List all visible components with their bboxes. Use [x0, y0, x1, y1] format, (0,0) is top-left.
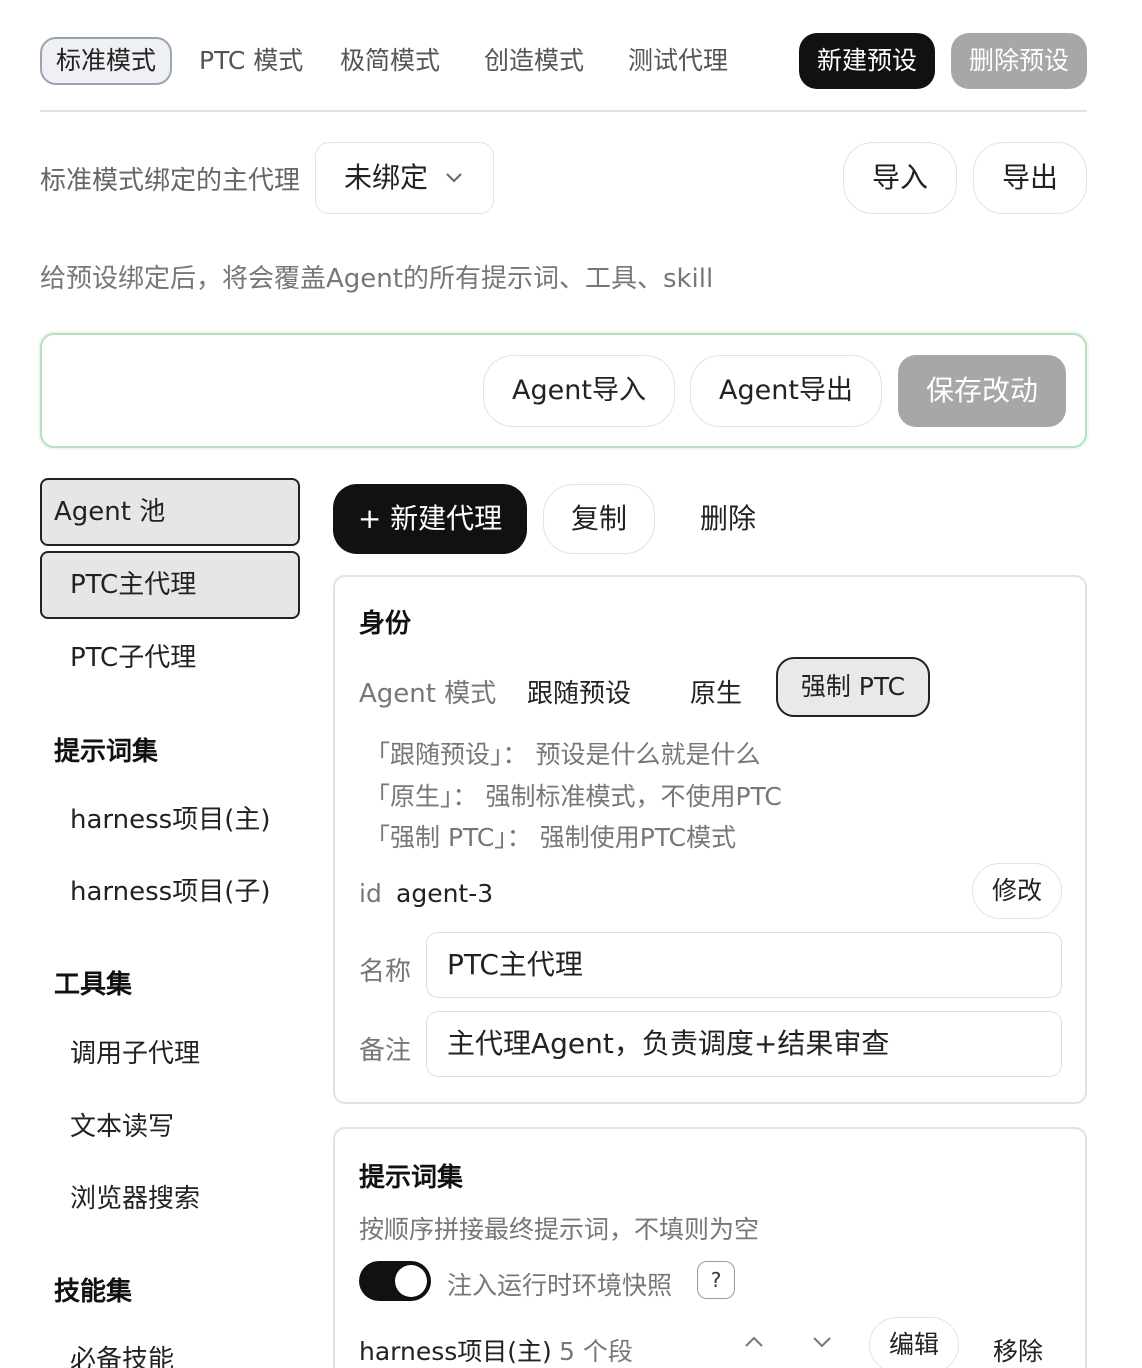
mode-follow-preset[interactable]: 跟随预设 [527, 673, 631, 710]
sidebar-tool-heading: 工具集 [54, 970, 133, 1000]
new-agent-button[interactable]: + 新建代理 [333, 484, 527, 554]
tab-create[interactable]: 创造模式 [484, 37, 584, 85]
delete-preset-button[interactable]: 删除预设 [951, 33, 1087, 89]
top-divider [40, 110, 1087, 112]
toggle-knob [395, 1265, 427, 1297]
sidebar-item-harness-sub[interactable]: harness项目(子) [40, 858, 300, 926]
sidebar-item-essential-skill[interactable]: 必备技能 [40, 1326, 300, 1368]
agent-io-box: Agent导入 Agent导出 保存改动 [40, 333, 1087, 448]
prompt-panel-title: 提示词集 [359, 1163, 464, 1193]
mode-force-ptc[interactable]: 强制 PTC [776, 657, 930, 717]
tab-test-agent[interactable]: 测试代理 [628, 37, 728, 85]
delete-agent-button[interactable]: 删除 [700, 484, 756, 554]
agent-import-button[interactable]: Agent导入 [483, 355, 675, 427]
prompt-panel: 提示词集 按顺序拼接最终提示词，不填则为空 注入运行时环境快照 ? harnes… [333, 1127, 1087, 1368]
edit-prompt-button[interactable]: 编辑 [869, 1317, 959, 1368]
id-value: agent-3 [396, 879, 494, 908]
identity-title: 身份 [359, 609, 412, 639]
mode-desc-follow: 「跟随预设」： 预设是什么就是什么 [365, 740, 761, 769]
mode-desc-force: 「强制 PTC」： 强制使用PTC模式 [365, 823, 737, 852]
mode-desc-native: 「原生」： 强制标准模式，不使用PTC [365, 782, 782, 811]
note-input[interactable]: 主代理Agent，负责调度+结果审查 [426, 1011, 1062, 1077]
sidebar-item-ptc-main[interactable]: PTC主代理 [40, 551, 300, 619]
agent-export-button[interactable]: Agent导出 [690, 355, 882, 427]
sidebar-prompt-heading: 提示词集 [54, 737, 159, 767]
mode-native[interactable]: 原生 [690, 673, 742, 710]
prompt-panel-desc: 按顺序拼接最终提示词，不填则为空 [359, 1215, 760, 1244]
tab-standard[interactable]: 标准模式 [40, 37, 173, 85]
help-icon[interactable]: ? [697, 1261, 735, 1299]
remove-prompt-button[interactable]: 移除 [993, 1332, 1043, 1368]
new-preset-button[interactable]: 新建预设 [799, 33, 935, 89]
chevron-down-icon[interactable] [811, 1327, 833, 1361]
sidebar-item-ptc-sub[interactable]: PTC子代理 [40, 624, 300, 692]
select-value: 未绑定 [344, 161, 429, 194]
export-button[interactable]: 导出 [973, 142, 1087, 214]
name-input[interactable]: PTC主代理 [426, 932, 1062, 998]
binding-label: 标准模式绑定的主代理 [40, 166, 301, 196]
chevron-up-icon[interactable] [743, 1327, 765, 1361]
prompt-item-name: harness项目(主) [359, 1337, 552, 1366]
save-changes-button[interactable]: 保存改动 [898, 355, 1066, 427]
mode-tabs: 标准模式 PTC 模式 极简模式 创造模式 测试代理 新建预设 删除预设 [40, 33, 1087, 89]
name-label: 名称 [359, 957, 412, 987]
agent-mode-label: Agent 模式 [359, 679, 497, 709]
sidebar-item-call-subagent[interactable]: 调用子代理 [40, 1020, 300, 1088]
sidebar-agent-pool[interactable]: Agent 池 [40, 478, 300, 546]
main-agent-select[interactable]: 未绑定 [315, 142, 494, 214]
sidebar-item-harness-main[interactable]: harness项目(主) [40, 786, 300, 854]
binding-hint: 给预设绑定后，将会覆盖Agent的所有提示词、工具、skill [40, 264, 714, 294]
sidebar-skill-heading: 技能集 [54, 1277, 133, 1307]
tab-ptc[interactable]: PTC 模式 [199, 37, 303, 85]
env-snapshot-toggle[interactable] [359, 1261, 431, 1301]
identity-panel: 身份 Agent 模式 跟随预设 原生 强制 PTC 「跟随预设」： 预设是什么… [333, 575, 1087, 1104]
env-snapshot-label: 注入运行时环境快照 [447, 1271, 673, 1300]
sidebar-item-browser-search[interactable]: 浏览器搜索 [40, 1165, 300, 1233]
note-label: 备注 [359, 1036, 412, 1066]
chevron-down-icon [445, 143, 463, 243]
copy-button[interactable]: 复制 [543, 484, 655, 554]
tab-minimal[interactable]: 极简模式 [340, 37, 440, 85]
sidebar-item-text-rw[interactable]: 文本读写 [40, 1093, 300, 1161]
import-button[interactable]: 导入 [843, 142, 957, 214]
id-label: id [359, 879, 382, 908]
prompt-item-count: 5 个段 [559, 1337, 633, 1366]
edit-id-button[interactable]: 修改 [972, 863, 1062, 919]
